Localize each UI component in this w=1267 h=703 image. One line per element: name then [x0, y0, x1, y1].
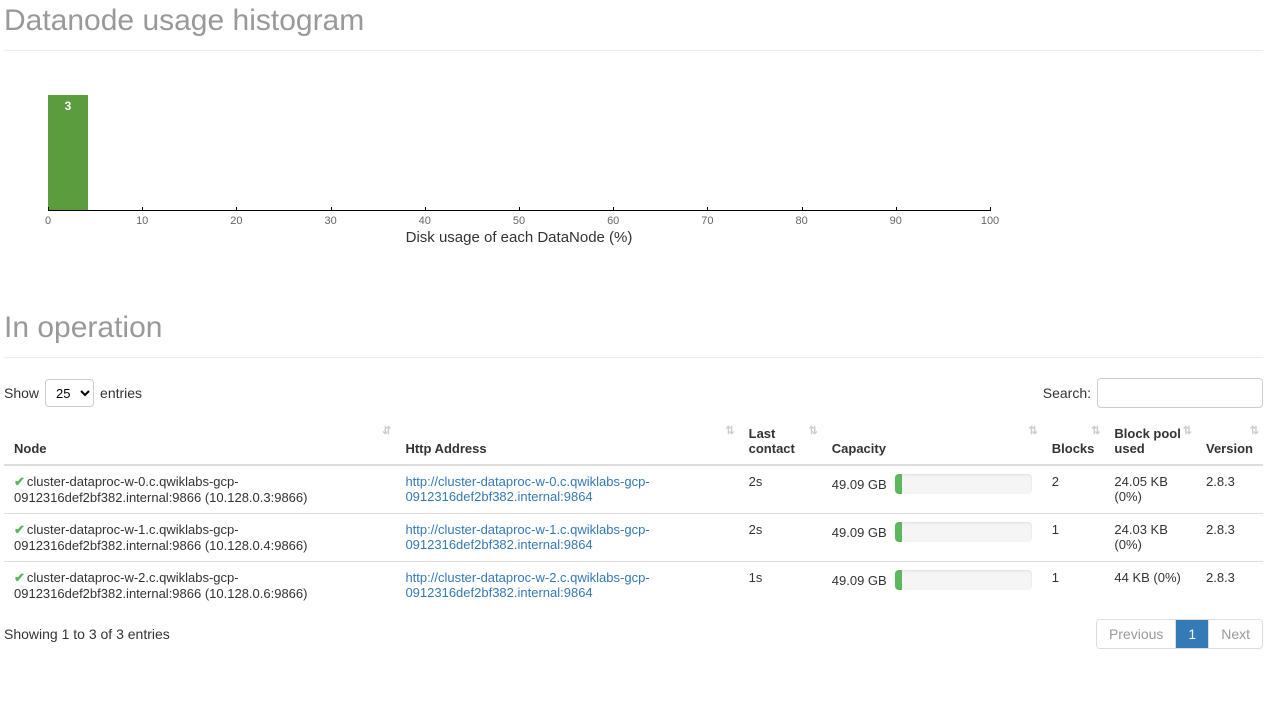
sort-icon: ⇅: [725, 424, 732, 437]
progress-fill: [895, 570, 902, 590]
cell-pool: 44 KB (0%): [1104, 562, 1196, 610]
progress-fill: [895, 522, 902, 542]
x-tick-label: 100: [981, 215, 999, 227]
x-tick-label: 60: [607, 215, 619, 227]
sort-icon: ⇅: [809, 424, 816, 437]
http-link[interactable]: http://cluster-dataproc-w-1.c.qwiklabs-g…: [405, 522, 649, 552]
progress-fill: [895, 474, 902, 494]
col-node[interactable]: ⇵Node: [4, 418, 395, 465]
cell-version: 2.8.3: [1196, 465, 1263, 514]
x-axis-ticks: 0102030405060708090100: [48, 211, 990, 225]
table-row: ✔cluster-dataproc-w-0.c.qwiklabs-gcp-091…: [4, 465, 1263, 514]
cell-node: ✔cluster-dataproc-w-2.c.qwiklabs-gcp-091…: [4, 562, 395, 610]
entries-select[interactable]: 25: [45, 379, 94, 407]
cell-node: ✔cluster-dataproc-w-1.c.qwiklabs-gcp-091…: [4, 514, 395, 562]
capacity-text: 49.09 GB: [832, 573, 887, 588]
col-pool[interactable]: ⇅Block pool used: [1104, 418, 1196, 465]
sort-icon: ⇅: [1091, 424, 1098, 437]
prev-button[interactable]: Previous: [1097, 620, 1175, 648]
capacity-progress: [895, 570, 1032, 590]
datanode-table: ⇵Node ⇅Http Address ⇅Last contact ⇅Capac…: [4, 418, 1263, 609]
histogram-chart: 3 0 10 20 30 40 50 60 70 80 90 100 Disk usage of e…: [24, 71, 1243, 271]
capacity-progress: [895, 522, 1032, 542]
cell-blocks: 1: [1042, 514, 1105, 562]
cell-blocks: 1: [1042, 562, 1105, 610]
search-label: Search:: [1043, 385, 1091, 401]
sort-icon: ⇅: [1250, 424, 1257, 437]
cell-last: 2s: [739, 514, 822, 562]
pagination: Previous 1 Next: [1096, 619, 1263, 649]
x-tick-label: 80: [795, 215, 807, 227]
x-tick-label: 30: [324, 215, 336, 227]
x-tick-label: 10: [136, 215, 148, 227]
x-tick-label: 40: [419, 215, 431, 227]
sort-icon: ⇅: [1183, 424, 1190, 437]
next-button[interactable]: Next: [1208, 620, 1262, 648]
search-input[interactable]: [1097, 378, 1263, 408]
divider: [4, 357, 1263, 358]
http-link[interactable]: http://cluster-dataproc-w-2.c.qwiklabs-g…: [405, 570, 649, 600]
table-row: ✔cluster-dataproc-w-1.c.qwiklabs-gcp-091…: [4, 514, 1263, 562]
x-tick-label: 20: [230, 215, 242, 227]
page-1-button[interactable]: 1: [1175, 620, 1208, 648]
x-tick-label: 70: [701, 215, 713, 227]
histogram-bar: 3: [48, 95, 88, 210]
cell-blocks: 2: [1042, 465, 1105, 514]
x-tick-label: 90: [890, 215, 902, 227]
col-blocks[interactable]: ⇅Blocks: [1042, 418, 1105, 465]
show-label-pre: Show: [4, 385, 39, 401]
http-link[interactable]: http://cluster-dataproc-w-0.c.qwiklabs-g…: [405, 474, 649, 504]
capacity-progress: [895, 474, 1032, 494]
x-tick-label: 50: [513, 215, 525, 227]
in-operation-title: In operation: [4, 311, 1263, 345]
cell-node: ✔cluster-dataproc-w-0.c.qwiklabs-gcp-091…: [4, 465, 395, 514]
cell-pool: 24.05 KB (0%): [1104, 465, 1196, 514]
cell-http: http://cluster-dataproc-w-1.c.qwiklabs-g…: [395, 514, 738, 562]
divider: [4, 50, 1263, 51]
sort-icon: ⇅: [1029, 424, 1036, 437]
cell-http: http://cluster-dataproc-w-2.c.qwiklabs-g…: [395, 562, 738, 610]
cell-capacity: 49.09 GB: [822, 514, 1042, 562]
table-info: Showing 1 to 3 of 3 entries: [4, 626, 170, 642]
cell-capacity: 49.09 GB: [822, 562, 1042, 610]
col-http[interactable]: ⇅Http Address: [395, 418, 738, 465]
show-label-post: entries: [100, 385, 142, 401]
col-last[interactable]: ⇅Last contact: [739, 418, 822, 465]
cell-version: 2.8.3: [1196, 562, 1263, 610]
check-icon: ✔: [14, 522, 25, 537]
x-axis-label: Disk usage of each DataNode (%): [48, 229, 990, 246]
cell-last: 2s: [739, 465, 822, 514]
cell-pool: 24.03 KB (0%): [1104, 514, 1196, 562]
show-entries-control: Show 25 entries: [4, 379, 142, 407]
search-control: Search:: [1043, 378, 1263, 408]
table-row: ✔cluster-dataproc-w-2.c.qwiklabs-gcp-091…: [4, 562, 1263, 610]
cell-version: 2.8.3: [1196, 514, 1263, 562]
capacity-text: 49.09 GB: [832, 525, 887, 540]
x-tick-label: 0: [45, 215, 51, 227]
capacity-text: 49.09 GB: [832, 477, 887, 492]
cell-capacity: 49.09 GB: [822, 465, 1042, 514]
check-icon: ✔: [14, 474, 25, 489]
cell-last: 1s: [739, 562, 822, 610]
cell-http: http://cluster-dataproc-w-0.c.qwiklabs-g…: [395, 465, 738, 514]
histogram-title: Datanode usage histogram: [4, 4, 1263, 38]
chart-plot-area: 3: [48, 71, 990, 211]
sort-icon: ⇵: [382, 424, 389, 437]
col-capacity[interactable]: ⇅Capacity: [822, 418, 1042, 465]
col-version[interactable]: ⇅Version: [1196, 418, 1263, 465]
check-icon: ✔: [14, 570, 25, 585]
